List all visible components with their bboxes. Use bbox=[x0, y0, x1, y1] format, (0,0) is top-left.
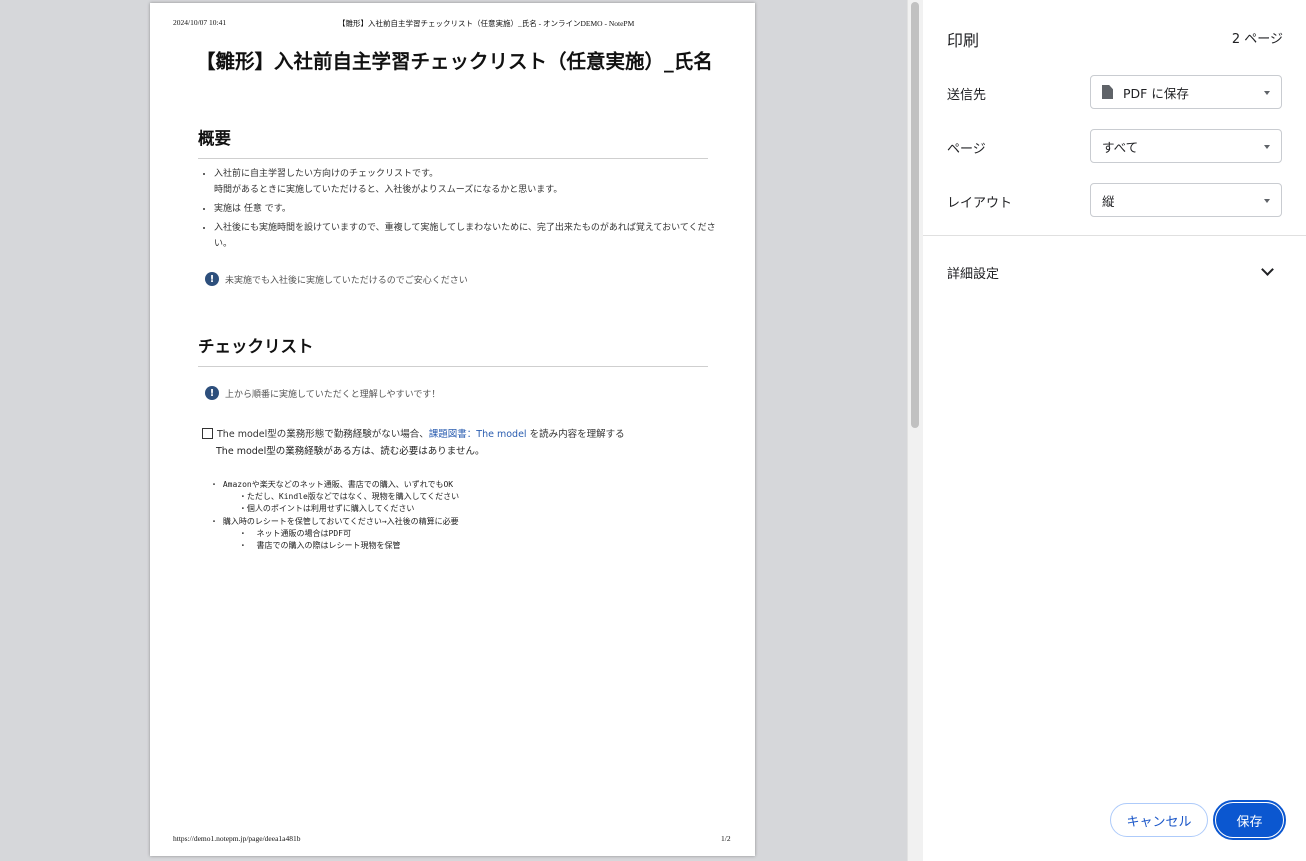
scrollbar-thumb[interactable] bbox=[911, 2, 919, 428]
chevron-down-icon[interactable] bbox=[1261, 263, 1274, 276]
page-header-date: 2024/10/07 10:41 bbox=[173, 18, 227, 27]
section-heading-overview: 概要 bbox=[198, 125, 708, 159]
checklist-item-suffix: を読み内容を理解する bbox=[526, 429, 625, 440]
dropdown-arrow-icon bbox=[1264, 199, 1270, 203]
destination-label: 送信先 bbox=[947, 88, 987, 103]
info-note: ! 上から順番に実施していただくと理解しやすいです！ bbox=[205, 386, 440, 400]
instruction-line: ・ 購入時のレシートを保管しておいてください→入社後の精算に必要 bbox=[210, 516, 459, 526]
page-footer-number: 1/2 bbox=[721, 834, 731, 843]
instruction-line: ・ただし、Kindle版などではなく、現物を購入してください bbox=[210, 492, 460, 502]
checklist-item-subtext: The model型の業務経験がある方は、読む必要はありません。 bbox=[216, 446, 485, 457]
info-note-text: 未実施でも入社後に実施していただけるのでご安心ください bbox=[225, 275, 468, 286]
preview-page: 2024/10/07 10:41 【雛形】入社前自主学習チェックリスト（任意実施… bbox=[150, 3, 755, 856]
list-item: 入社前に自主学習したい方向けのチェックリストです。 時間があるときに実施していた… bbox=[214, 166, 724, 198]
cancel-button[interactable]: キャンセル bbox=[1110, 803, 1208, 837]
dropdown-arrow-icon bbox=[1264, 145, 1270, 149]
dropdown-arrow-icon bbox=[1264, 91, 1270, 95]
list-item: 実施は 任意 です。 bbox=[214, 201, 724, 217]
checklist-item-prefix: The model型の業務形態で勤務経験がない場合、 bbox=[217, 429, 429, 440]
checkbox-icon bbox=[202, 427, 213, 439]
exclamation-circle-icon: ! bbox=[205, 386, 219, 400]
preview-scrollbar[interactable] bbox=[907, 0, 923, 861]
divider bbox=[923, 235, 1306, 236]
document-title: 【雛形】入社前自主学習チェックリスト（任意実施）_氏名 bbox=[196, 50, 713, 73]
page-count: 2 ページ bbox=[1231, 32, 1283, 47]
file-icon bbox=[1102, 85, 1113, 99]
destination-value: PDF に保存 bbox=[1123, 85, 1189, 101]
bullet-text: 入社前に自主学習したい方向けのチェックリストです。 bbox=[214, 169, 439, 179]
print-settings-panel: 印刷 2 ページ 送信先 PDF に保存 ページ すべて レイアウト 縦 詳細設… bbox=[923, 0, 1306, 861]
save-button[interactable]: 保存 bbox=[1216, 803, 1283, 837]
layout-label: レイアウト bbox=[947, 196, 1013, 211]
list-item: 入社後にも実施時間を設けていますので、重複して実施してしまわないために、完了出来… bbox=[214, 220, 724, 252]
exclamation-circle-icon: ! bbox=[205, 272, 219, 286]
destination-select[interactable]: PDF に保存 bbox=[1090, 75, 1282, 109]
panel-title: 印刷 bbox=[947, 31, 980, 50]
print-preview-area: 2024/10/07 10:41 【雛形】入社前自主学習チェックリスト（任意実施… bbox=[0, 0, 907, 861]
page-footer-url: https://demo1.notepm.jp/page/deea1a481b bbox=[173, 834, 301, 843]
instruction-line: ・ 書店での購入の際はレシート現物を保管 bbox=[210, 541, 401, 551]
checklist-item-text: The model型の業務形態で勤務経験がない場合、課題図書：The model… bbox=[217, 426, 625, 440]
instruction-line: ・ ネット通販の場合はPDF可 bbox=[210, 528, 351, 538]
instruction-line: ・個人のポイントは利用せずに購入してください bbox=[210, 504, 415, 514]
book-link: 課題図書：The model bbox=[428, 429, 527, 440]
checklist-item: The model型の業務形態で勤務経験がない場合、課題図書：The model… bbox=[202, 426, 625, 440]
section-heading-checklist: チェックリスト bbox=[198, 333, 708, 367]
purchase-instructions: ・ Amazonや楽天などのネット通販、書店での購入、いずれでもOK ・ただし、… bbox=[210, 479, 459, 552]
instruction-line: ・ Amazonや楽天などのネット通販、書店での購入、いずれでもOK bbox=[210, 480, 454, 489]
pages-value: すべて bbox=[1102, 139, 1139, 155]
info-note-text: 上から順番に実施していただくと理解しやすいです！ bbox=[225, 389, 441, 400]
layout-select[interactable]: 縦 bbox=[1090, 183, 1282, 217]
layout-value: 縦 bbox=[1102, 193, 1115, 209]
pages-select[interactable]: すべて bbox=[1090, 129, 1282, 163]
bullet-text: 時間があるときに実施していただけると、入社後がよりスムーズになるかと思います。 bbox=[214, 185, 563, 195]
page-header-title: 【雛形】入社前自主学習チェックリスト（任意実施）_氏名 - オンラインDEMO … bbox=[338, 19, 635, 28]
overview-bullet-list: 入社前に自主学習したい方向けのチェックリストです。 時間があるときに実施していた… bbox=[202, 166, 724, 255]
pages-label: ページ bbox=[947, 142, 986, 157]
advanced-settings-toggle[interactable]: 詳細設定 bbox=[947, 263, 999, 282]
info-note: ! 未実施でも入社後に実施していただけるのでご安心ください bbox=[205, 272, 468, 286]
